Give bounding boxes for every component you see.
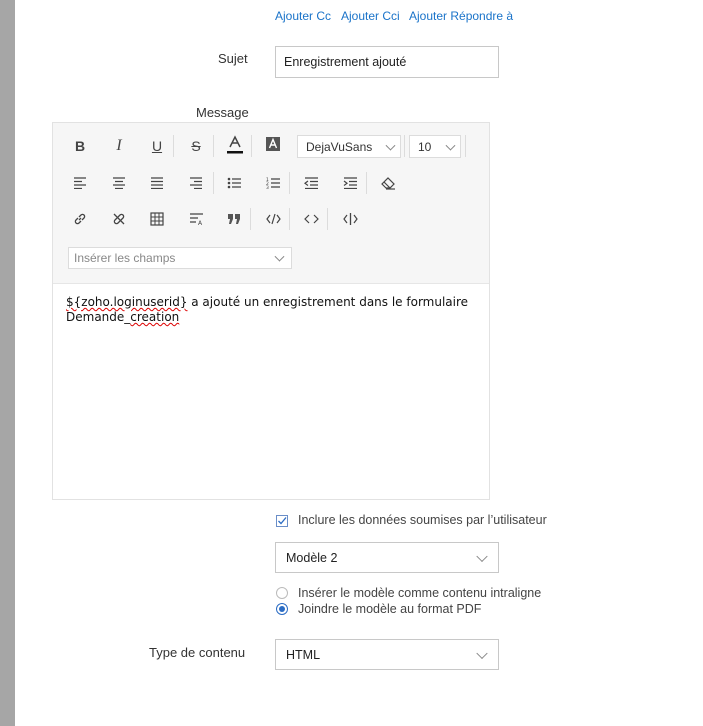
check-icon <box>278 517 287 525</box>
include-submitted-checkbox[interactable] <box>276 515 288 527</box>
align-justify-icon[interactable] <box>144 170 170 196</box>
message-body[interactable]: ${zoho.loginuserid} a ajouté un enregist… <box>66 295 476 325</box>
form-name-prefix: Demande <box>66 310 125 324</box>
table-icon[interactable] <box>144 206 170 232</box>
template-value: Modèle 2 <box>286 550 338 565</box>
code-icon[interactable] <box>260 206 286 232</box>
toolbar-separator <box>366 172 367 194</box>
underline-icon[interactable]: U <box>144 133 170 159</box>
line-height-icon[interactable]: A <box>183 206 209 232</box>
radio-pdf-template-label: Joindre le modèle au format PDF <box>298 602 482 616</box>
toolbar-separator <box>250 208 251 230</box>
align-center-icon[interactable] <box>106 170 132 196</box>
toolbar-separator <box>327 208 328 230</box>
align-right-icon[interactable] <box>183 170 209 196</box>
message-label: Message <box>196 105 249 120</box>
radio-inline-template-label: Insérer le modèle comme contenu intralig… <box>298 586 542 600</box>
toolbar-separator <box>213 135 214 157</box>
include-submitted-label: Inclure les données soumises par l’utili… <box>298 513 547 527</box>
left-sidebar-strip <box>0 0 15 726</box>
font-family-value: DejaVuSans <box>306 139 373 154</box>
align-left-icon[interactable] <box>67 170 93 196</box>
toolbar-separator <box>173 135 174 157</box>
bold-icon[interactable]: B <box>67 133 93 159</box>
quote-icon[interactable] <box>221 206 247 232</box>
form-name-word: creation <box>130 310 180 324</box>
bulleted-list-icon[interactable] <box>221 170 247 196</box>
toolbar-separator <box>213 172 214 194</box>
source-code-icon[interactable] <box>298 206 324 232</box>
font-family-select[interactable]: DejaVuSans <box>297 135 401 158</box>
message-body-line: ${zoho.loginuserid} a ajouté un enregist… <box>66 295 476 310</box>
subject-input[interactable]: Enregistrement ajouté <box>275 46 499 78</box>
message-body-text: a ajouté un enregistrement dans le formu… <box>187 295 469 309</box>
text-color-icon[interactable] <box>222 132 248 158</box>
toolbar-separator <box>404 135 405 157</box>
radio-pdf-template[interactable] <box>276 603 288 615</box>
unlink-icon[interactable] <box>106 206 132 232</box>
message-body-line: Demande_creation <box>66 310 476 325</box>
insert-fields-placeholder: Insérer les champs <box>74 251 176 265</box>
content-type-select[interactable]: HTML <box>275 639 499 670</box>
font-size-select[interactable]: 10 <box>409 135 461 158</box>
toolbar-separator <box>289 172 290 194</box>
embed-icon[interactable] <box>337 206 363 232</box>
strikethrough-icon[interactable]: S <box>183 133 209 159</box>
add-cc-link[interactable]: Ajouter Cc <box>275 9 331 23</box>
background-color-icon[interactable] <box>260 131 286 157</box>
font-size-value: 10 <box>418 139 432 154</box>
subject-label: Sujet <box>218 51 248 66</box>
content-type-value: HTML <box>286 647 321 662</box>
increase-indent-icon[interactable] <box>337 170 363 196</box>
add-bcc-link[interactable]: Ajouter Cci <box>341 9 400 23</box>
insert-fields-select[interactable]: Insérer les champs <box>68 247 292 269</box>
template-select[interactable]: Modèle 2 <box>275 542 499 573</box>
add-reply-to-link[interactable]: Ajouter Répondre à <box>409 9 513 23</box>
toolbar-separator <box>289 208 290 230</box>
numbered-list-icon[interactable]: 123 <box>260 170 286 196</box>
svg-text:A: A <box>198 220 203 226</box>
decrease-indent-icon[interactable] <box>298 170 324 196</box>
subject-input-value: Enregistrement ajouté <box>284 55 407 69</box>
editor-toolbar: B I U S DejaVuSans 10 1 2 3 A Insérer le… <box>53 123 489 284</box>
chevron-down-icon <box>476 647 488 659</box>
svg-text:3: 3 <box>266 185 269 189</box>
radio-inline-template[interactable] <box>276 587 288 599</box>
content-type-label: Type de contenu <box>149 645 246 660</box>
message-editor: B I U S DejaVuSans 10 1 2 3 A Insérer le… <box>52 122 490 500</box>
toolbar-separator <box>465 135 466 157</box>
italic-icon[interactable]: I <box>106 133 132 159</box>
link-icon[interactable] <box>67 206 93 232</box>
chevron-down-icon <box>445 140 456 151</box>
toolbar-separator <box>251 135 252 157</box>
chevron-down-icon <box>476 550 488 562</box>
clear-format-icon[interactable] <box>375 170 401 196</box>
chevron-down-icon <box>385 140 396 151</box>
login-user-token: ${zoho.loginuserid} <box>66 295 188 309</box>
chevron-down-icon <box>274 251 285 262</box>
